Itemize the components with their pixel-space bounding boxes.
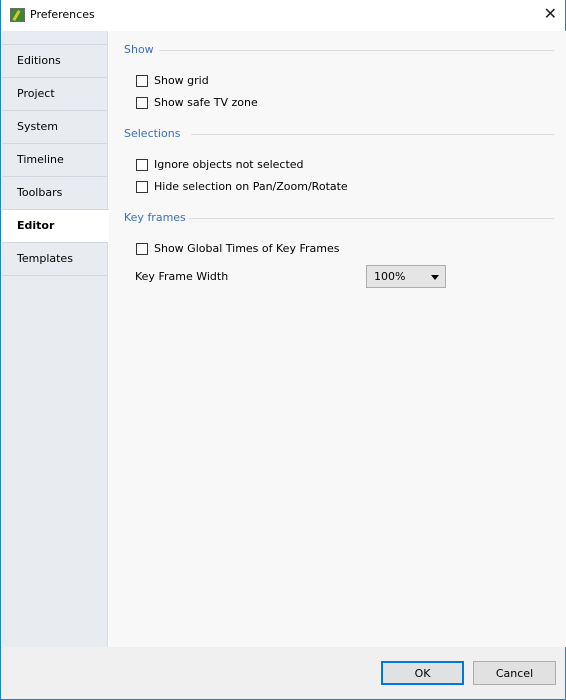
checkbox-box[interactable] <box>136 74 148 87</box>
sidebar-item-timeline[interactable]: Timeline <box>2 143 107 176</box>
checkbox-box[interactable] <box>136 96 148 109</box>
title-bar: Preferences ✕ <box>1 0 565 31</box>
select-value: 100% <box>374 270 406 283</box>
checkbox-label: Show safe TV zone <box>154 96 258 109</box>
key-frame-width-label: Key Frame Width <box>135 270 229 283</box>
sidebar-divider <box>2 275 107 276</box>
section-selections: Selections <box>124 127 181 140</box>
checkbox-box[interactable] <box>136 180 148 193</box>
close-icon[interactable]: ✕ <box>544 4 557 23</box>
editor-panel: Show Show grid Show safe TV zone Selecti… <box>109 31 566 647</box>
sidebar-item-editor[interactable]: Editor <box>2 209 109 242</box>
sidebar: Editions Project System Timeline Toolbar… <box>2 31 109 647</box>
divider <box>189 218 554 219</box>
window-title: Preferences <box>30 8 95 21</box>
chevron-down-icon <box>431 275 439 280</box>
section-show: Show <box>124 43 154 56</box>
footer: OK Cancel <box>1 647 565 699</box>
hide-selection-checkbox[interactable]: Hide selection on Pan/Zoom/Rotate <box>136 180 348 193</box>
checkbox-label: Show grid <box>154 74 209 87</box>
checkbox-box[interactable] <box>136 242 148 255</box>
sidebar-item-system[interactable]: System <box>2 110 107 143</box>
show-grid-checkbox[interactable]: Show grid <box>136 74 209 87</box>
app-icon <box>10 8 25 22</box>
show-safe-tv-checkbox[interactable]: Show safe TV zone <box>136 96 258 109</box>
ignore-unselected-checkbox[interactable]: Ignore objects not selected <box>136 158 304 171</box>
checkbox-label: Hide selection on Pan/Zoom/Rotate <box>154 180 348 193</box>
divider <box>159 50 554 51</box>
checkbox-label: Ignore objects not selected <box>154 158 304 171</box>
checkbox-label: Show Global Times of Key Frames <box>154 242 340 255</box>
checkbox-box[interactable] <box>136 158 148 171</box>
section-key-frames: Key frames <box>124 211 186 224</box>
ok-button[interactable]: OK <box>381 661 464 685</box>
divider <box>191 134 554 135</box>
sidebar-item-project[interactable]: Project <box>2 77 107 110</box>
key-frame-width-select[interactable]: 100% <box>366 265 446 288</box>
sidebar-item-templates[interactable]: Templates <box>2 242 107 275</box>
preferences-window: Preferences ✕ Editions Project System Ti… <box>0 0 566 700</box>
sidebar-item-toolbars[interactable]: Toolbars <box>2 176 107 209</box>
cancel-button[interactable]: Cancel <box>473 661 556 685</box>
show-global-times-checkbox[interactable]: Show Global Times of Key Frames <box>136 242 339 255</box>
sidebar-item-editions[interactable]: Editions <box>2 44 107 77</box>
